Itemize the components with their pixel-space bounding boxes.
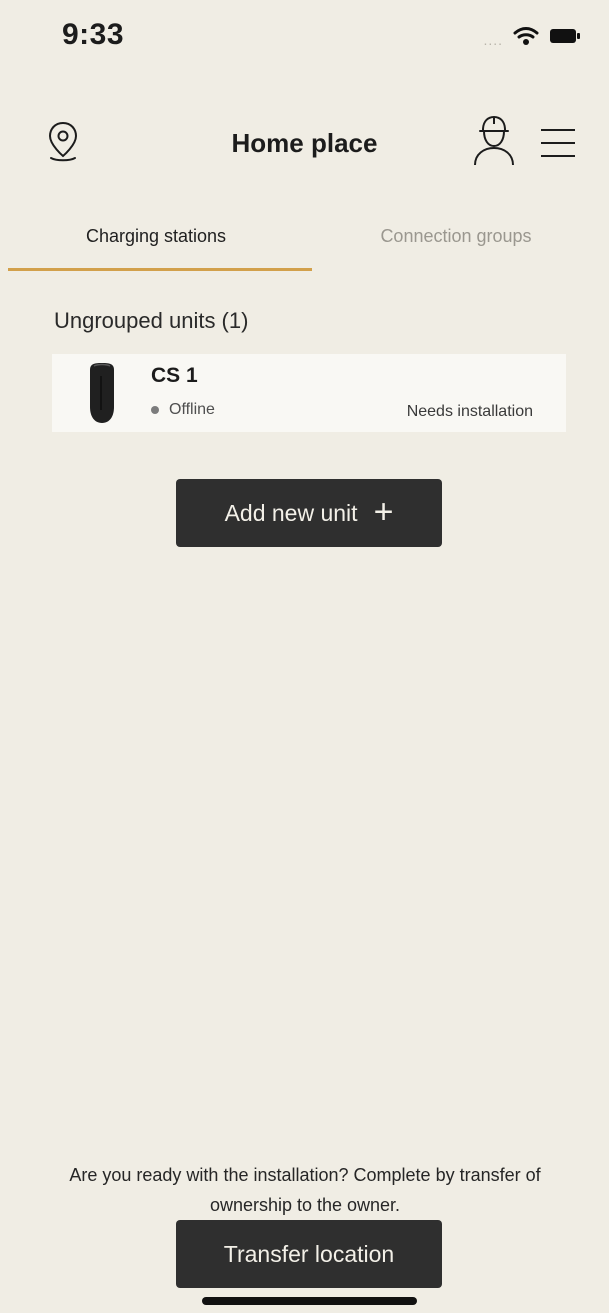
signal-dots: .... xyxy=(483,32,503,48)
section-title: Ungrouped units (1) xyxy=(54,308,249,333)
tab-connection-groups[interactable]: Connection groups xyxy=(304,210,608,274)
installer-icon[interactable] xyxy=(472,112,516,168)
tab-bar: Charging stations Connection groups xyxy=(0,210,609,274)
unit-card[interactable]: CS 1 Offline Needs installation xyxy=(52,354,566,432)
status-dot-icon xyxy=(151,406,159,414)
active-tab-underline xyxy=(8,268,312,271)
plus-icon: + xyxy=(373,493,394,531)
unit-status: Offline xyxy=(151,401,215,419)
transfer-location-button[interactable]: Transfer location xyxy=(176,1220,442,1288)
home-indicator xyxy=(202,1297,417,1305)
transfer-instructions: Are you ready with the installation? Com… xyxy=(69,1165,541,1215)
status-bar: 9:33 .... xyxy=(0,0,609,90)
charging-station-thumbnail xyxy=(90,363,114,423)
transfer-location-label: Transfer location xyxy=(223,1240,395,1267)
unit-name: CS 1 xyxy=(151,364,198,387)
tab-charging-stations[interactable]: Charging stations xyxy=(4,210,308,274)
status-icons: .... xyxy=(483,24,581,48)
status-time: 9:33 xyxy=(62,18,125,51)
menu-icon[interactable] xyxy=(538,126,578,160)
wifi-icon xyxy=(513,27,539,45)
battery-icon xyxy=(550,29,580,43)
page-title: Home place xyxy=(231,128,378,158)
add-new-unit-button[interactable]: Add new unit + xyxy=(176,479,442,547)
header: Home place xyxy=(0,108,609,178)
add-new-unit-label: Add new unit xyxy=(224,499,358,526)
unit-status-text: Offline xyxy=(169,401,215,418)
unit-installation-note: Needs installation xyxy=(406,403,533,420)
